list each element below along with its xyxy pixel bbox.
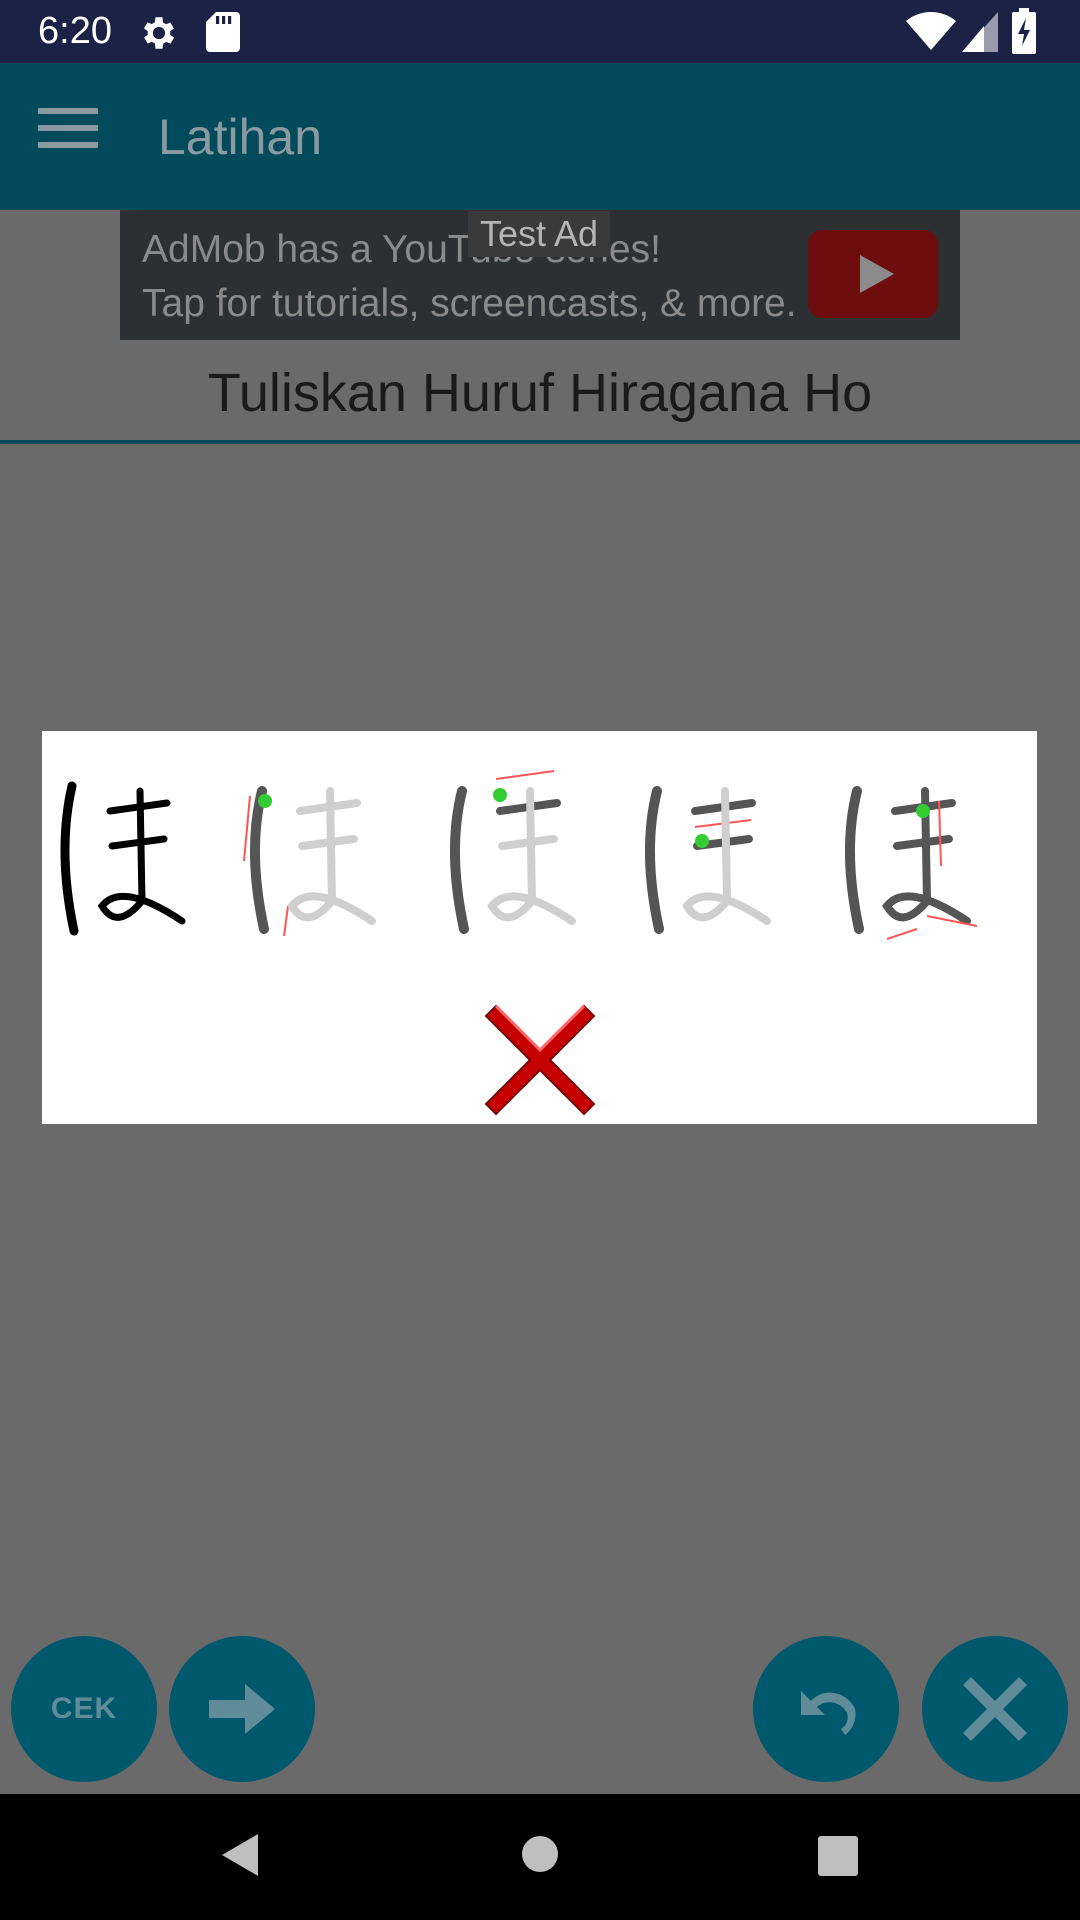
cek-label: CEK <box>50 1692 118 1725</box>
signal-icon <box>962 12 998 57</box>
title-divider <box>0 440 1080 444</box>
clear-button[interactable] <box>922 1636 1068 1782</box>
arrow-right-icon <box>209 1684 275 1734</box>
nav-bar <box>0 1794 1080 1920</box>
sd-card-icon <box>206 12 240 57</box>
stroke-frame-3 <box>645 786 771 934</box>
home-icon[interactable] <box>522 1836 558 1872</box>
settings-icon <box>138 12 180 59</box>
stroke-frame-1 <box>243 786 376 937</box>
wrong-x-icon <box>484 1004 596 1116</box>
undo-icon <box>801 1691 856 1735</box>
instruction-title: Tuliskan Huruf Hiragana Ho <box>207 363 873 423</box>
app-title: Latihan <box>158 109 323 165</box>
stroke-order-image <box>60 770 978 940</box>
status-bar: 6:20 <box>0 0 1080 63</box>
undo-button[interactable] <box>753 1636 899 1782</box>
recents-icon[interactable] <box>818 1836 858 1876</box>
status-time: 6:20 <box>38 10 112 52</box>
app-bar: Latihan <box>0 63 1080 210</box>
wifi-icon <box>906 11 956 57</box>
stroke-frame-2 <box>450 770 576 934</box>
close-icon <box>963 1677 1027 1741</box>
result-dialog <box>42 731 1037 1124</box>
cek-button[interactable]: CEK <box>11 1636 157 1782</box>
youtube-play-icon[interactable] <box>808 230 938 318</box>
battery-icon <box>1012 8 1036 59</box>
hamburger-menu-icon[interactable] <box>38 108 98 163</box>
back-icon[interactable] <box>218 1832 262 1878</box>
stroke-frame-4 <box>845 786 978 940</box>
ad-subline: Tap for tutorials, screencasts, & more. <box>142 282 797 325</box>
next-button[interactable] <box>169 1636 315 1782</box>
stroke-frame-full <box>60 781 186 936</box>
test-ad-badge: Test Ad <box>468 211 610 257</box>
